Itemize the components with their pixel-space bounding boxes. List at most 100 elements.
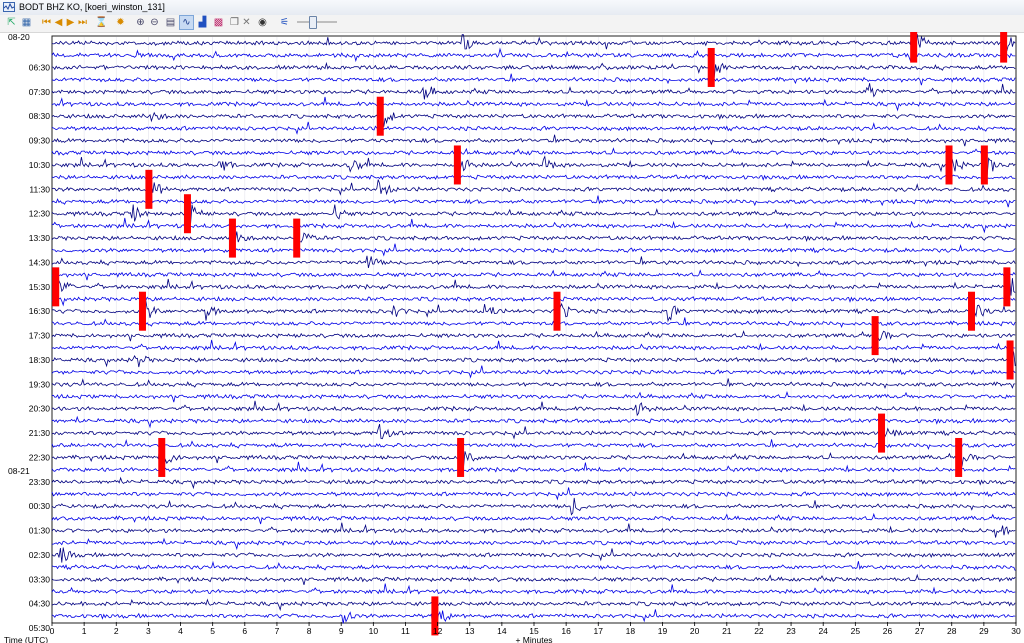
toolbar: ⇱ ▦ ⏮ ◀ ▶ ⏭ ⌛ ✹ ⊕ ⊖ ▤ ∿ ▟ ▩ ❐ ✕ ◉ ⚟ [0,15,1024,33]
date-label: 08-21 [8,466,30,476]
row-time-label: 18:30 [29,355,51,365]
row-time-label: 17:30 [29,331,51,341]
row-time-label: 19:30 [29,379,51,389]
x-tick-label: 27 [915,626,925,636]
row-time-label: 06:30 [29,62,51,72]
x-tick-label: 0 [50,626,55,636]
row-time-label: 15:30 [29,282,51,292]
row-time-label: 13:30 [29,233,51,243]
x-tick-label: 4 [178,626,183,636]
row-time-label: 01:30 [29,526,51,536]
x-tick-label: 14 [497,626,507,636]
zoom-slider-thumb[interactable] [308,16,317,29]
x-tick-label: 3 [146,626,151,636]
window-title: BODT BHZ KO, [koeri_winston_131] [19,2,165,12]
hourglass-icon[interactable]: ⌛ [95,16,108,29]
date-label: 08-20 [8,32,30,42]
x-axis-label: + Minutes [515,635,552,643]
row-time-label: 20:30 [29,404,51,414]
row-time-label: 03:30 [29,574,51,584]
x-tick-label: 23 [786,626,796,636]
clipped-event-marker[interactable] [158,437,166,477]
x-tick-label: 9 [339,626,344,636]
x-tick-label: 20 [690,626,700,636]
spectrum-icon[interactable]: ▟ [196,16,209,29]
x-tick-label: 28 [947,626,957,636]
clipped-event-marker[interactable] [1000,32,1008,63]
clipped-event-marker[interactable] [453,145,461,185]
row-time-label: 10:30 [29,160,51,170]
helicorder-plot[interactable]: 06:30 07:30 08:30 09:30 10:30 11:30 12:30 13:30… [0,32,1024,643]
clipped-event-marker[interactable] [968,291,976,331]
clipped-event-marker[interactable] [228,218,236,258]
clipped-event-marker[interactable] [945,145,953,185]
zoom-in-icon[interactable]: ⊕ [134,16,147,29]
x-tick-label: 13 [465,626,475,636]
clipped-event-marker[interactable] [183,194,191,234]
clipped-event-marker[interactable] [910,32,918,63]
x-tick-label: 5 [210,626,215,636]
x-tick-label: 30 [1011,626,1021,636]
clipped-event-marker[interactable] [1003,267,1011,307]
close-icon[interactable]: ✕ [240,16,253,29]
x-tick-label: 12 [433,626,443,636]
x-tick-label: 24 [818,626,828,636]
clipped-event-marker[interactable] [293,218,301,258]
clipped-event-marker[interactable] [138,291,146,331]
x-tick-label: 21 [722,626,732,636]
helicorder-panel[interactable]: 06:30 07:30 08:30 09:30 10:30 11:30 12:30 13:30… [0,32,1024,643]
clipped-event-marker[interactable] [955,437,963,477]
app-icon [3,2,15,12]
clipped-event-marker[interactable] [980,145,988,185]
zoom-slider[interactable] [296,16,338,29]
x-tick-label: 26 [883,626,893,636]
spectrogram-icon[interactable]: ▩ [212,16,225,29]
x-tick-label: 10 [369,626,379,636]
row-time-label: 09:30 [29,136,51,146]
clipped-event-marker[interactable] [871,316,879,356]
window-titlebar: BODT BHZ KO, [koeri_winston_131] [0,0,1024,16]
row-time-label: 21:30 [29,428,51,438]
row-time-label: 07:30 [29,87,51,97]
row-time-label: 23:30 [29,477,51,487]
x-tick-label: 22 [754,626,764,636]
row-time-label: 16:30 [29,306,51,316]
clipped-event-marker[interactable] [553,291,561,331]
x-tick-label: 19 [658,626,668,636]
x-tick-label: 11 [401,626,410,636]
clipped-event-marker[interactable] [707,47,715,87]
x-tick-label: 25 [851,626,861,636]
filter-icon[interactable]: ⚟ [278,16,291,29]
row-time-label: 08:30 [29,111,51,121]
x-tick-label: 7 [275,626,280,636]
row-time-label: 00:30 [29,501,51,511]
last-icon[interactable]: ⏭ [76,16,89,29]
clipboard-icon[interactable]: ▤ [164,16,177,29]
export-icon[interactable]: ⇱ [5,16,18,29]
y-axis-label: Time (UTC) [4,635,48,643]
clipped-event-marker[interactable] [878,413,886,453]
x-tick-label: 1 [82,626,87,636]
clipped-event-marker[interactable] [457,437,465,477]
x-tick-label: 2 [114,626,119,636]
row-time-label: 12:30 [29,209,51,219]
settings-icon[interactable]: ▦ [20,16,33,29]
row-time-label: 14:30 [29,257,51,267]
clipped-event-marker[interactable] [145,169,153,209]
zoom-out-icon[interactable]: ⊖ [148,16,161,29]
x-tick-label: 29 [979,626,989,636]
x-tick-label: 18 [626,626,636,636]
x-tick-label: 16 [561,626,571,636]
row-time-label: 22:30 [29,452,51,462]
wave-toggle-icon[interactable]: ∿ [179,15,194,30]
row-time-label: 04:30 [29,599,51,609]
row-time-label: 02:30 [29,550,51,560]
camera-icon[interactable]: ◉ [256,16,269,29]
clipped-event-marker[interactable] [1006,340,1014,380]
gear-icon[interactable]: ✹ [114,16,127,29]
row-time-label: 11:30 [29,184,50,194]
clipped-event-marker[interactable] [52,267,60,307]
x-tick-label: 6 [242,626,247,636]
row-time-label: 05:30 [29,623,51,633]
clipped-event-marker[interactable] [376,96,384,136]
